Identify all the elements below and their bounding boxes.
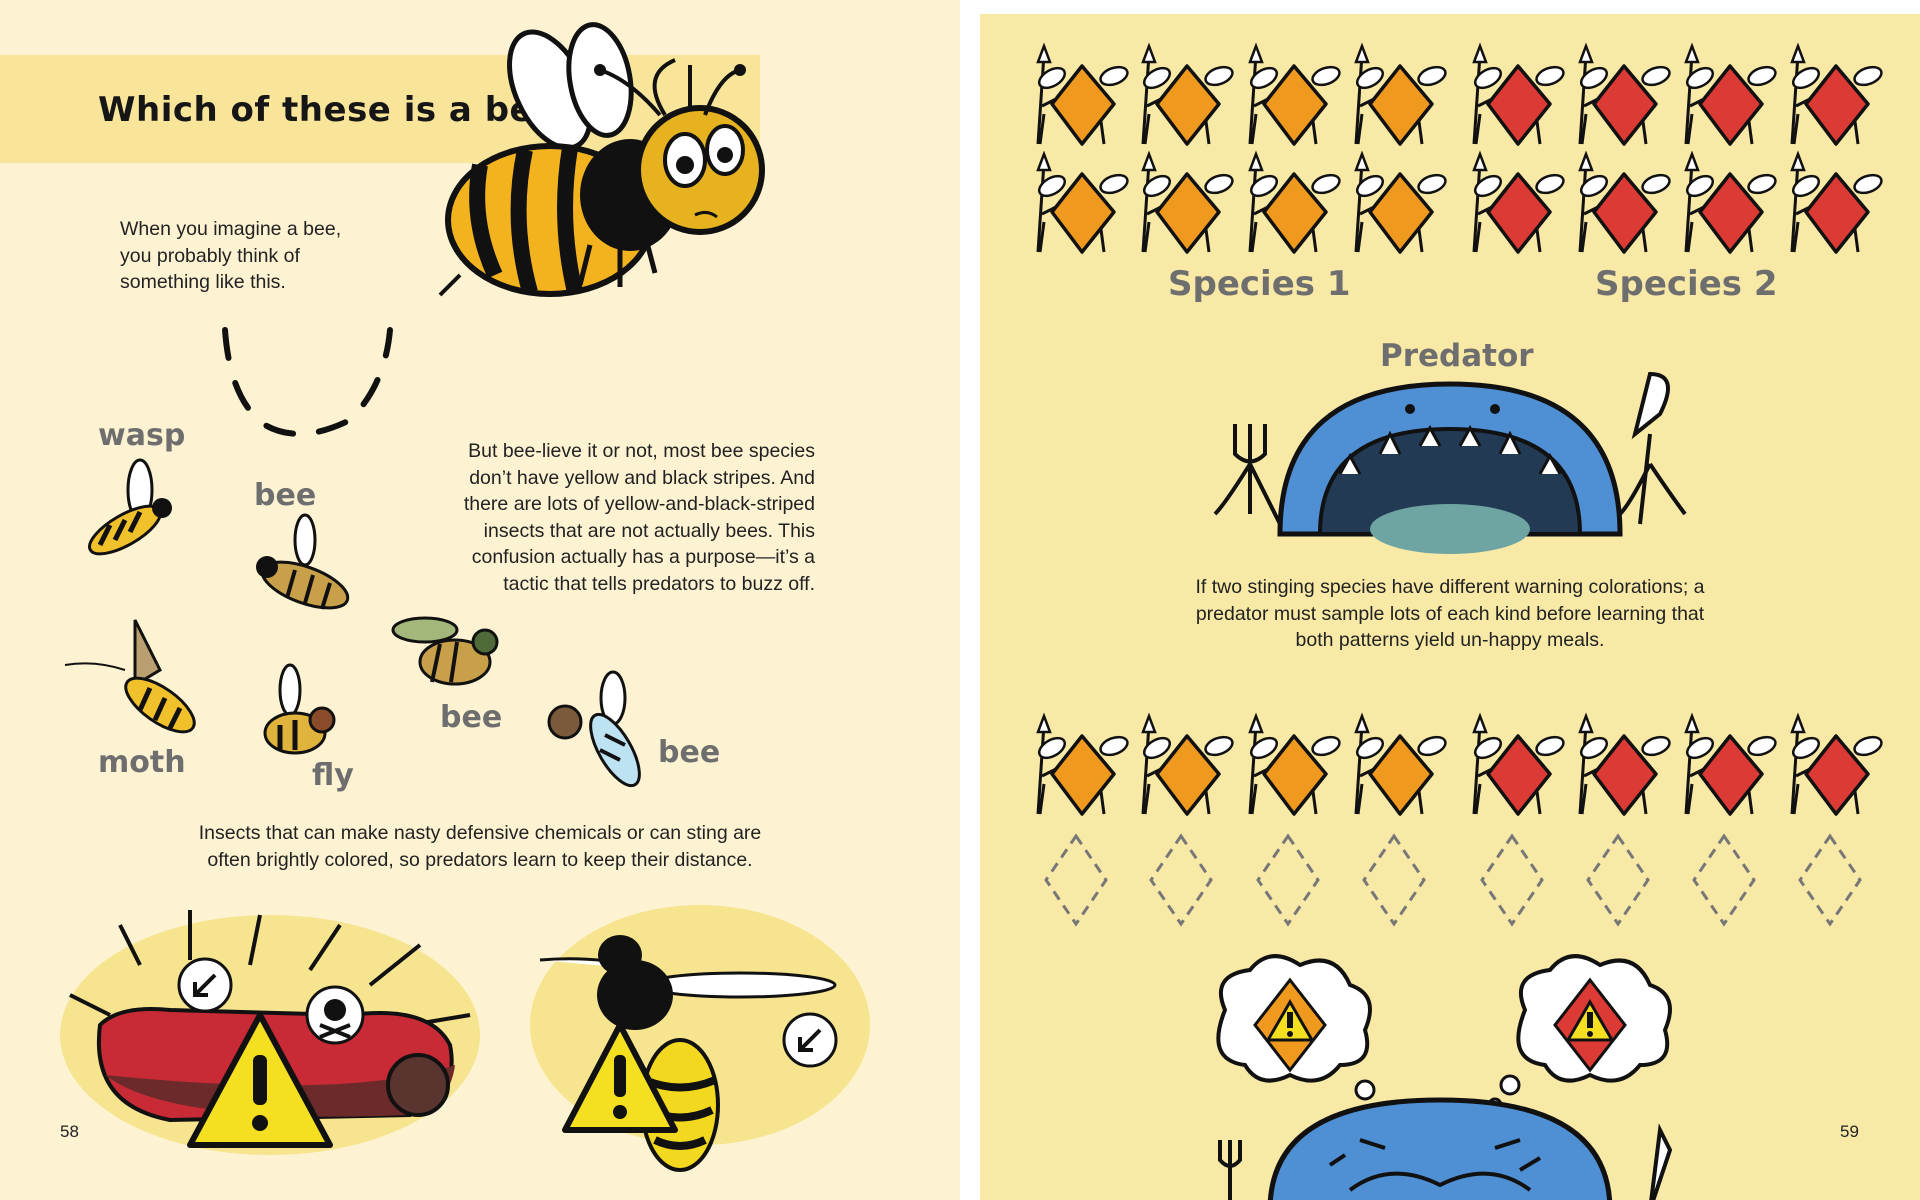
warning-paragraph: Insects that can make nasty defensive ch…: [0, 820, 960, 873]
label-bee: bee: [254, 478, 317, 513]
label-bee: bee: [658, 735, 721, 770]
shark-predator: [1213, 371, 1687, 554]
wasp-scene: [530, 905, 870, 1172]
diamond-soldier: [1578, 42, 1671, 146]
empty-diamond-placeholder: [1256, 833, 1320, 927]
blue-bee-illustration: [547, 670, 641, 788]
skull-crossbones-icon: [324, 999, 346, 1021]
body-line: But bee-lieve it or not, most bee specie…: [468, 440, 815, 462]
body-line: insects that are not actually bees. This: [483, 519, 815, 542]
intro-line: When you imagine a bee,: [120, 218, 342, 240]
caption-line: predator must sample lots of each kind b…: [1195, 602, 1705, 625]
caption-line: If two stinging species have different w…: [1195, 576, 1705, 598]
warning-line: Insects that can make nasty defensive ch…: [198, 822, 762, 844]
cartoon-bee: [438, 22, 765, 297]
green-bee-illustration: [391, 616, 499, 686]
knife-icon: [1618, 371, 1687, 525]
diamond-soldier: [1354, 150, 1447, 254]
body-line: confusion actually has a purpose—it’s a: [471, 546, 815, 568]
diamond-soldier: [1790, 712, 1883, 816]
left-page: Which of these is a bee? When you imagin…: [0, 0, 960, 1200]
species-2-label: Species 2: [1595, 264, 1778, 304]
moth-illustration: [64, 619, 196, 734]
diamond-soldier: [1036, 712, 1129, 816]
diamond-soldier: [1684, 712, 1777, 816]
fork-icon: [1213, 424, 1282, 525]
empty-diamond-placeholder: [1586, 833, 1650, 927]
intro-line: something like this.: [120, 271, 286, 293]
diamond-soldier: [1036, 150, 1129, 254]
diamond-soldier: [1472, 712, 1565, 816]
warning-line: often brightly colored, so predators lea…: [207, 848, 753, 871]
diamond-soldier: [1141, 712, 1234, 816]
body-line: tactic that tells predators to buzz off.: [503, 572, 815, 595]
empty-diamond-placeholder: [1044, 833, 1108, 927]
body-line: there are lots of yellow-and-black-strip…: [463, 493, 815, 515]
page-number: 59: [1840, 1122, 1859, 1141]
wasp-illustration: [88, 458, 172, 556]
empty-diamond-placeholder: [1480, 833, 1544, 927]
bee-illustration: [256, 513, 350, 610]
thought-bubble: [1487, 954, 1672, 1113]
thought-bubble: [1216, 954, 1388, 1118]
diamond-soldier: [1248, 42, 1341, 146]
flight-path: [222, 327, 393, 437]
caption-paragraph: If two stinging species have different w…: [980, 574, 1920, 654]
diamond-soldier: [1472, 150, 1565, 254]
diamond-soldier: [1790, 150, 1883, 254]
caption-line: both patterns yield un-happy meals.: [1295, 629, 1605, 651]
diamond-soldier: [1472, 42, 1565, 146]
intro-paragraph: When you imagine a bee, you probably thi…: [120, 216, 341, 296]
empty-diamond-placeholder: [1798, 833, 1862, 927]
diamond-soldier: [1578, 712, 1671, 816]
page-number: 58: [60, 1122, 79, 1141]
species-1-label: Species 1: [1168, 264, 1351, 304]
right-page: Species 1 Species 2 Predator If two stin…: [980, 14, 1920, 1200]
diamond-soldier: [1036, 42, 1129, 146]
predator-label: Predator: [1380, 338, 1534, 374]
diamond-soldier: [1684, 150, 1777, 254]
diamond-soldier: [1790, 42, 1883, 146]
empty-diamond-placeholder: [1149, 833, 1213, 927]
diamond-soldier: [1578, 150, 1671, 254]
empty-diamond-placeholder: [1692, 833, 1756, 927]
label-moth: moth: [98, 745, 186, 780]
confused-predator-scene: [1216, 954, 1673, 1200]
diamond-soldier: [1354, 712, 1447, 816]
empty-diamond-placeholder: [1362, 833, 1426, 927]
caterpillar-scene: [60, 910, 480, 1155]
diamond-soldier: [1141, 42, 1234, 146]
diamond-soldier: [1354, 42, 1447, 146]
diamond-soldier: [1248, 712, 1341, 816]
diamond-soldier: [1248, 150, 1341, 254]
intro-line: you probably think of: [120, 244, 300, 267]
diamond-soldier: [1684, 42, 1777, 146]
body-paragraph: But bee-lieve it or not, most bee specie…: [464, 438, 815, 597]
body-line: don’t have yellow and black stripes. And: [469, 466, 815, 489]
fly-illustration: [263, 663, 336, 755]
label-wasp: wasp: [98, 418, 186, 453]
diamond-soldier: [1141, 150, 1234, 254]
